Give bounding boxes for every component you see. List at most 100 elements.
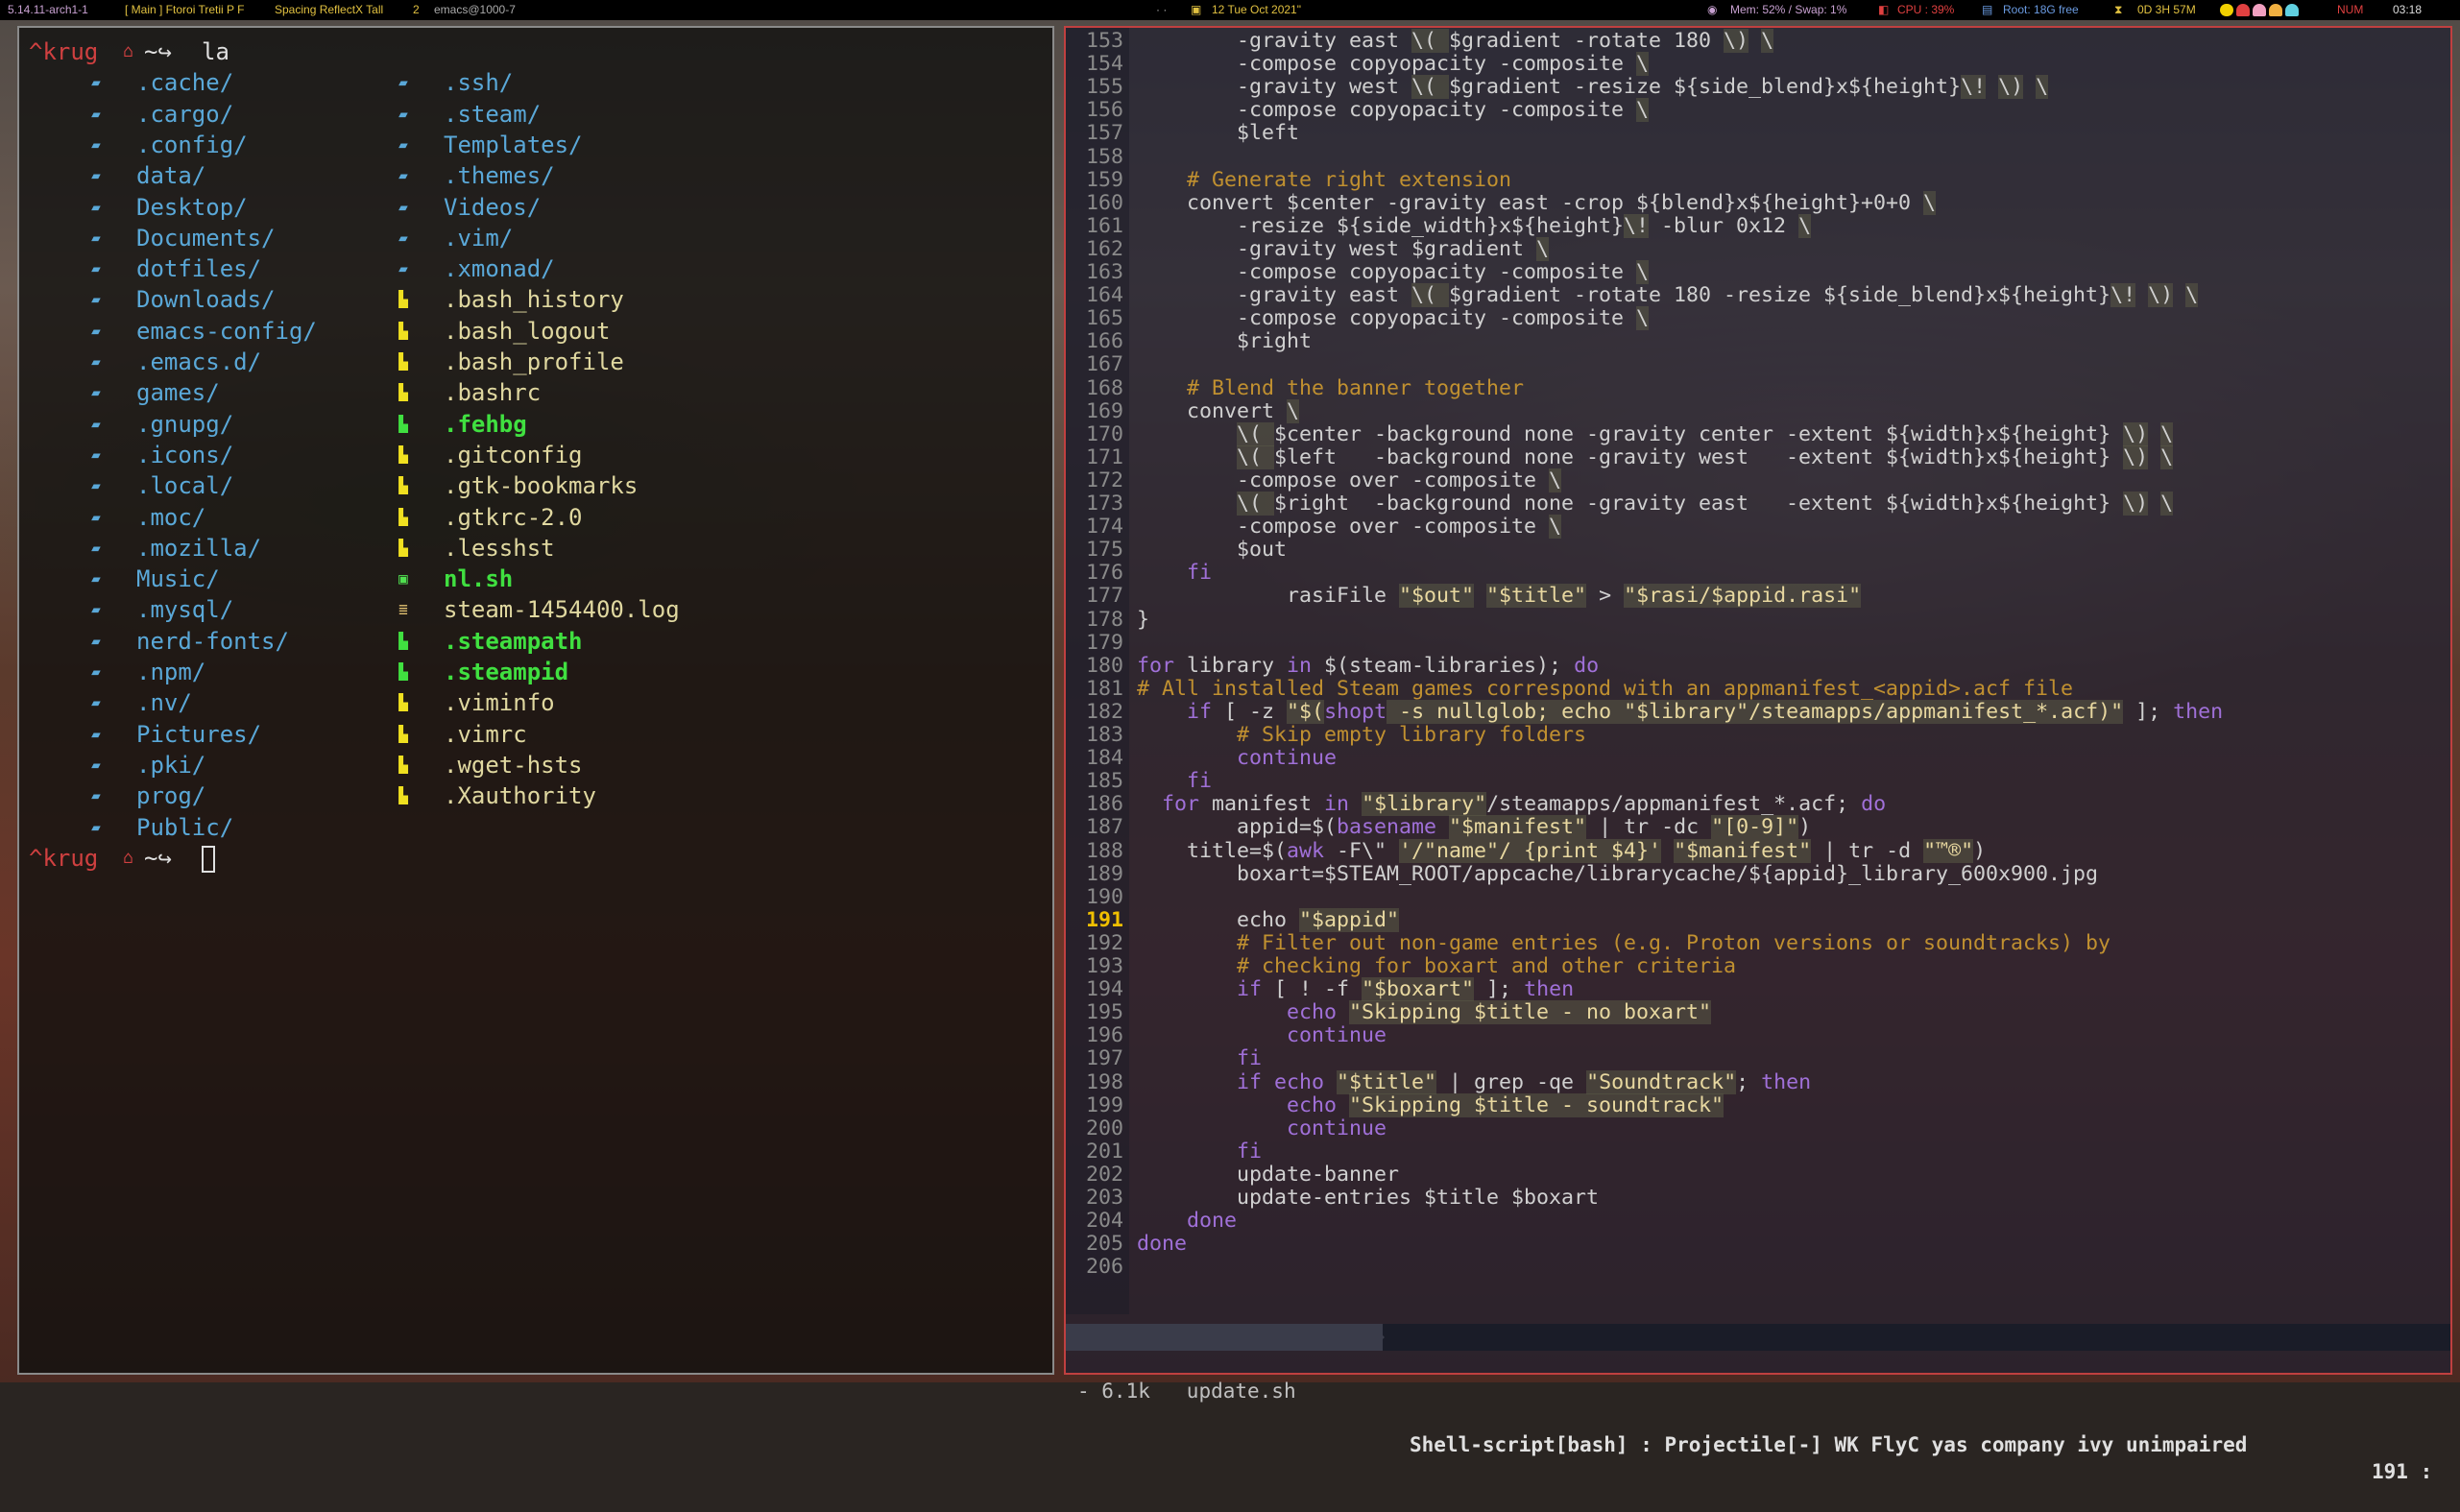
code-line[interactable]: 195 echo "Skipping $title - no boxart" bbox=[1066, 1000, 2448, 1025]
file-entry[interactable]: nerd-fonts/ bbox=[136, 627, 289, 656]
file-entry[interactable]: .themes/ bbox=[444, 161, 555, 190]
code-line[interactable]: 182 if [ -z "$(shopt -s nullglob; echo "… bbox=[1066, 699, 2448, 724]
code-buffer[interactable]: 153 -gravity east \( $gradient -rotate 1… bbox=[1066, 28, 2454, 1314]
code-line[interactable]: 166 $right bbox=[1066, 330, 2448, 353]
file-entry[interactable]: steam-1454400.log bbox=[444, 595, 680, 624]
file-entry[interactable]: .mozilla/ bbox=[136, 534, 261, 563]
code-line[interactable]: 180 for library in $(steam-libraries); do bbox=[1066, 654, 2448, 678]
file-entry[interactable]: .steampath bbox=[444, 627, 583, 656]
code-line[interactable]: 173 \( $right -background none -gravity … bbox=[1066, 492, 2448, 516]
file-entry[interactable]: .steam/ bbox=[444, 100, 541, 129]
code-line[interactable]: 203 update-entries $title $boxart bbox=[1066, 1187, 2448, 1210]
file-entry[interactable]: prog/ bbox=[136, 781, 205, 810]
file-entry[interactable]: .local/ bbox=[136, 471, 233, 500]
file-entry[interactable]: .gtk-bookmarks bbox=[444, 471, 638, 500]
file-entry[interactable]: .bashrc bbox=[444, 378, 541, 407]
code-line[interactable]: 160 convert $center -gravity east -crop … bbox=[1066, 190, 2448, 215]
code-line[interactable]: 199 echo "Skipping $title - soundtrack" bbox=[1066, 1092, 2448, 1117]
file-entry[interactable]: .pki/ bbox=[136, 751, 205, 780]
code-line[interactable]: 179 bbox=[1066, 631, 2448, 655]
file-entry[interactable]: .wget-hsts bbox=[444, 751, 583, 780]
file-entry[interactable]: dotfiles/ bbox=[136, 254, 261, 283]
code-line[interactable]: 174 -compose over -composite \ bbox=[1066, 515, 2448, 540]
code-line[interactable]: 161 -resize ${side_width}x${height}\! -b… bbox=[1066, 213, 2448, 238]
file-entry[interactable]: Documents/ bbox=[136, 224, 276, 252]
code-line[interactable]: 170 \( $center -background none -gravity… bbox=[1066, 421, 2448, 446]
code-line[interactable]: 200 continue bbox=[1066, 1116, 2448, 1140]
code-line[interactable]: 157 $left bbox=[1066, 122, 2448, 145]
code-line[interactable]: 202 update-banner bbox=[1066, 1163, 2448, 1187]
file-entry[interactable]: .gnupg/ bbox=[136, 410, 233, 439]
code-line[interactable]: 196 continue bbox=[1066, 1024, 2448, 1047]
file-entry[interactable]: .cache/ bbox=[136, 68, 233, 97]
code-line[interactable]: 185 fi bbox=[1066, 770, 2448, 793]
file-entry[interactable]: Desktop/ bbox=[136, 193, 248, 222]
code-line[interactable]: 168 # Blend the banner together bbox=[1066, 376, 2448, 400]
code-line[interactable]: 191 echo "$appid" bbox=[1066, 907, 2448, 932]
code-line[interactable]: 204 done bbox=[1066, 1210, 2448, 1233]
file-entry[interactable]: .moc/ bbox=[136, 503, 205, 532]
code-line[interactable]: 156 -compose copyopacity -composite \ bbox=[1066, 98, 2448, 123]
file-entry[interactable]: .cargo/ bbox=[136, 100, 233, 129]
file-entry[interactable]: nl.sh bbox=[444, 564, 513, 593]
file-entry[interactable]: .Xauthority bbox=[444, 781, 596, 810]
file-entry[interactable]: .ssh/ bbox=[444, 68, 513, 97]
file-entry[interactable]: .bash_history bbox=[444, 285, 624, 314]
file-entry[interactable]: Videos/ bbox=[444, 193, 541, 222]
layout-name[interactable]: Spacing ReflectX Tall bbox=[275, 3, 383, 16]
code-line[interactable]: 198 if echo "$title" | grep -qe "Soundtr… bbox=[1066, 1069, 2448, 1094]
file-entry[interactable]: emacs-config/ bbox=[136, 317, 317, 346]
code-line[interactable]: 164 -gravity east \( $gradient -rotate 1… bbox=[1066, 283, 2448, 308]
file-entry[interactable]: Templates/ bbox=[444, 131, 583, 159]
code-line[interactable]: 165 -compose copyopacity -composite \ bbox=[1066, 306, 2448, 331]
code-line[interactable]: 188 title=$(awk -F\" '/"name"/ {print $4… bbox=[1066, 838, 2448, 863]
code-line[interactable]: 192 # Filter out non-game entries (e.g. … bbox=[1066, 931, 2448, 955]
file-entry[interactable]: .emacs.d/ bbox=[136, 348, 261, 376]
code-line[interactable]: 159 # Generate right extension bbox=[1066, 168, 2448, 192]
code-line[interactable]: 190 bbox=[1066, 885, 2448, 909]
code-line[interactable]: 206 bbox=[1066, 1256, 2448, 1279]
file-entry[interactable]: .bash_profile bbox=[444, 348, 624, 376]
workspace-list[interactable]: [ Main ] Ftoroi Tretii P F bbox=[125, 3, 244, 16]
code-line[interactable]: 169 convert \ bbox=[1066, 398, 2448, 423]
code-line[interactable]: 201 fi bbox=[1066, 1140, 2448, 1164]
file-entry[interactable]: games/ bbox=[136, 378, 220, 407]
code-line[interactable]: 205 done bbox=[1066, 1233, 2448, 1256]
code-line[interactable]: 193 # checking for boxart and other crit… bbox=[1066, 955, 2448, 978]
file-entry[interactable]: .nv/ bbox=[136, 688, 192, 717]
code-line[interactable]: 187 appid=$(basename "$manifest" | tr -d… bbox=[1066, 815, 2448, 840]
code-line[interactable]: 181 # All installed Steam games correspon… bbox=[1066, 677, 2448, 701]
file-entry[interactable]: .viminfo bbox=[444, 688, 555, 717]
code-line[interactable]: 184 continue bbox=[1066, 747, 2448, 770]
code-line[interactable]: 186 for manifest in "$library"/steamapps… bbox=[1066, 792, 2448, 817]
file-entry[interactable]: .gtkrc-2.0 bbox=[444, 503, 583, 532]
code-line[interactable]: 194 if [ ! -f "$boxart" ]; then bbox=[1066, 977, 2448, 1002]
file-entry[interactable]: .mysql/ bbox=[136, 595, 233, 624]
emacs-window[interactable]: 153 -gravity east \( $gradient -rotate 1… bbox=[1064, 26, 2454, 1483]
file-entry[interactable]: Music/ bbox=[136, 564, 220, 593]
code-line[interactable]: 183 # Skip empty library folders bbox=[1066, 724, 2448, 747]
code-line[interactable]: 172 -compose over -composite \ bbox=[1066, 468, 2448, 492]
file-entry[interactable]: .icons/ bbox=[136, 441, 233, 469]
code-line[interactable]: 158 bbox=[1066, 145, 2448, 169]
file-entry[interactable]: .vim/ bbox=[444, 224, 513, 252]
code-line[interactable]: 163 -compose copyopacity -composite \ bbox=[1066, 260, 2448, 284]
file-entry[interactable]: .fehbg bbox=[444, 410, 527, 439]
code-line[interactable]: 162 -gravity west $gradient \ bbox=[1066, 236, 2448, 261]
file-entry[interactable]: Pictures/ bbox=[136, 720, 261, 749]
code-line[interactable]: 153 -gravity east \( $gradient -rotate 1… bbox=[1066, 29, 2448, 53]
code-line[interactable]: 178} bbox=[1066, 608, 2448, 632]
file-entry[interactable]: .steampid bbox=[444, 658, 568, 686]
file-entry[interactable]: data/ bbox=[136, 161, 205, 190]
code-line[interactable]: 197 fi bbox=[1066, 1047, 2448, 1070]
file-entry[interactable]: .gitconfig bbox=[444, 441, 583, 469]
code-line[interactable]: 175 $out bbox=[1066, 539, 2448, 562]
file-entry[interactable]: Public/ bbox=[136, 813, 233, 842]
code-line[interactable]: 189 boxart=$STEAM_ROOT/appcache/libraryc… bbox=[1066, 862, 2448, 886]
file-entry[interactable]: .npm/ bbox=[136, 658, 205, 686]
file-entry[interactable]: Downloads/ bbox=[136, 285, 276, 314]
code-line[interactable]: 155 -gravity west \( $gradient -resize $… bbox=[1066, 75, 2448, 100]
code-line[interactable]: 154 -compose copyopacity -composite \ bbox=[1066, 52, 2448, 77]
file-entry[interactable]: .lesshst bbox=[444, 534, 555, 563]
file-entry[interactable]: .vimrc bbox=[444, 720, 527, 749]
